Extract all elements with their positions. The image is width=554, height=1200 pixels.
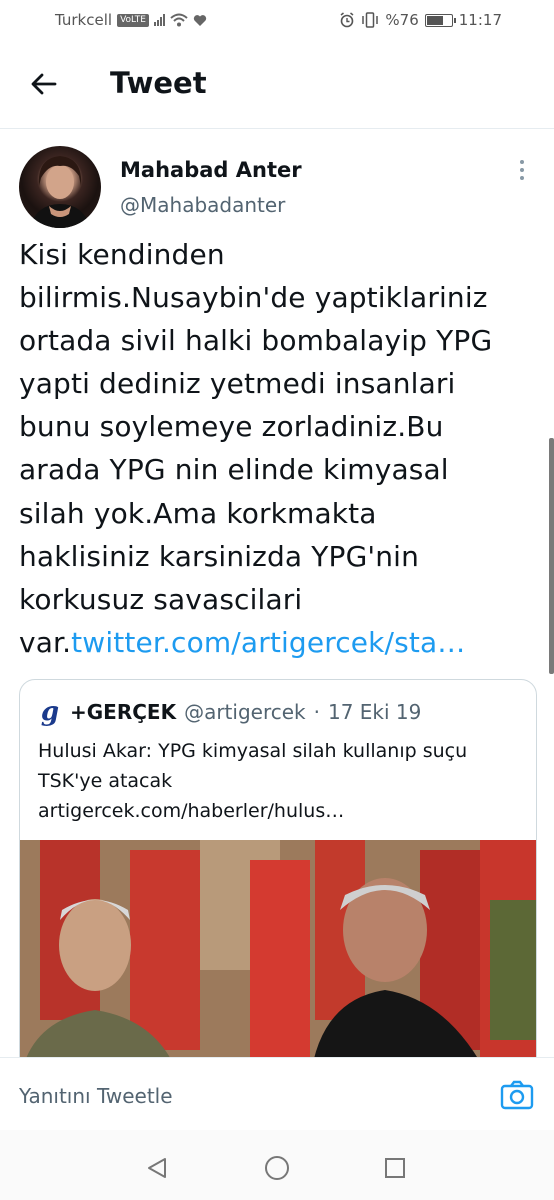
- reply-bar[interactable]: Yanıtını Tweetle: [0, 1057, 554, 1131]
- wifi-icon: [170, 13, 188, 27]
- camera-icon[interactable]: [500, 1080, 534, 1110]
- scrollbar[interactable]: [549, 438, 554, 674]
- clock: 11:17: [458, 11, 502, 29]
- status-bar: Turkcell VoLTE %76 11:17: [0, 0, 554, 42]
- page-title: Tweet: [110, 66, 207, 100]
- vibrate-icon: [362, 12, 379, 28]
- battery-icon: [424, 13, 456, 27]
- author-name[interactable]: Mahabad Anter: [120, 158, 302, 182]
- signal-icon: [154, 14, 165, 26]
- circle-home-icon[interactable]: [264, 1155, 290, 1181]
- avatar[interactable]: [19, 146, 101, 228]
- tweet-link[interactable]: twitter.com/artigercek/sta…: [71, 626, 465, 659]
- author-handle[interactable]: @Mahabadanter: [120, 193, 285, 217]
- status-right: %76 11:17: [339, 11, 502, 29]
- reply-input[interactable]: Yanıtını Tweetle: [19, 1084, 173, 1108]
- avatar-photo: [29, 156, 91, 228]
- tweet-line: yapti dediniz yetmedi insanlari: [19, 367, 456, 401]
- quoted-tweet-card[interactable]: g +GERÇEK @artigercek · 17 Eki 19 Hulusi…: [19, 679, 537, 1081]
- tweet-line: arada YPG nin elinde kimyasal: [19, 453, 449, 487]
- tweet-line: bilirmis.Nusaybin'de yaptiklariniz: [19, 281, 488, 315]
- system-nav-bar: [0, 1130, 554, 1200]
- quote-separator: ·: [313, 700, 320, 724]
- battery-level: [426, 15, 444, 25]
- quote-text: Hulusi Akar: YPG kimyasal silah kullanıp…: [38, 736, 528, 826]
- tweet-text: Kisi kendinden bilirmis.Nusaybin'de yapt…: [19, 233, 539, 664]
- quote-line: TSK'ye atacak: [38, 770, 173, 792]
- carrier-label: Turkcell: [55, 11, 113, 29]
- tweet-line: haklisiniz karsinizda YPG'nin: [19, 539, 419, 573]
- battery-percent: %76: [385, 11, 419, 29]
- tweet-line: bunu soylemeye zorladiniz.Bu: [19, 410, 444, 444]
- square-recent-icon[interactable]: [383, 1156, 407, 1180]
- quote-header: g +GERÇEK @artigercek · 17 Eki 19: [38, 697, 422, 727]
- top-app-bar: Tweet: [0, 42, 554, 129]
- heart-icon: [193, 14, 207, 26]
- triangle-back-icon[interactable]: [145, 1156, 169, 1180]
- tweet-line: silah yok.Ama korkmakta: [19, 496, 377, 530]
- quote-photo: [20, 840, 536, 1080]
- quote-line: Hulusi Akar: YPG kimyasal silah kullanıp…: [38, 740, 468, 762]
- quote-logo: g: [40, 697, 60, 727]
- tweet-line-last: var.twitter.com/artigercek/sta…: [19, 626, 465, 659]
- tweet-line: Kisi kendinden: [19, 238, 225, 271]
- quote-author-name: +GERÇEK: [70, 700, 177, 724]
- quote-link[interactable]: artigercek.com/haberler/hulus…: [38, 796, 528, 826]
- arrow-left-icon[interactable]: [28, 68, 60, 100]
- status-left: Turkcell VoLTE: [55, 11, 207, 29]
- volte-badge: VoLTE: [117, 13, 149, 27]
- quote-image[interactable]: [20, 840, 536, 1080]
- tweet-text-prefix: var.: [19, 625, 72, 659]
- quote-author-handle: @artigercek: [184, 700, 306, 724]
- tweet-line: ortada sivil halki bombalayip YPG: [19, 324, 493, 358]
- more-vertical-icon[interactable]: [520, 160, 526, 180]
- quote-date: 17 Eki 19: [327, 700, 422, 724]
- alarm-icon: [340, 12, 354, 28]
- tweet-line: korkusuz savascilari: [19, 582, 303, 616]
